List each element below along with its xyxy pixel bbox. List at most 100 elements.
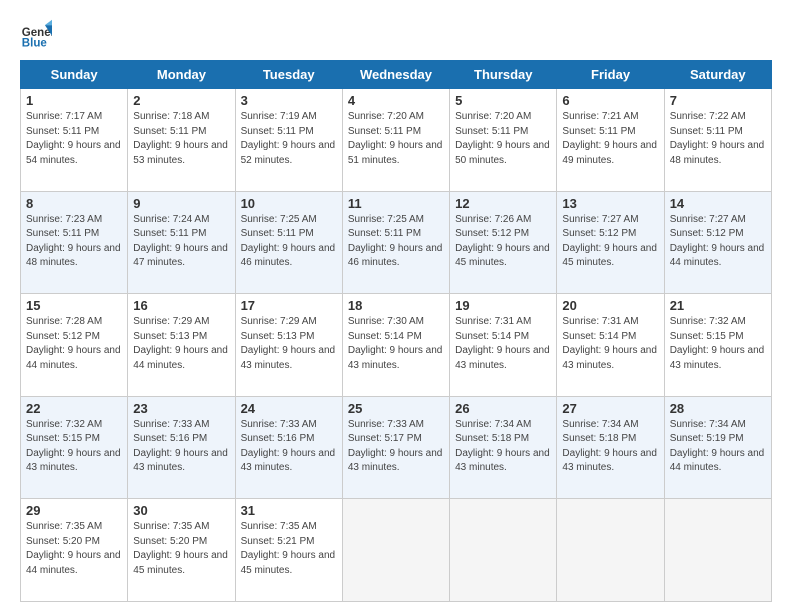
day-info: Sunrise: 7:29 AMSunset: 5:13 PMDaylight:… xyxy=(133,316,228,371)
week-row-3: 15 Sunrise: 7:28 AMSunset: 5:12 PMDaylig… xyxy=(21,294,772,397)
day-number: 23 xyxy=(133,401,229,416)
day-number: 1 xyxy=(26,93,122,108)
svg-text:Blue: Blue xyxy=(22,37,48,49)
calendar-cell: 27 Sunrise: 7:34 AMSunset: 5:18 PMDaylig… xyxy=(557,396,664,499)
calendar-cell: 6 Sunrise: 7:21 AMSunset: 5:11 PMDayligh… xyxy=(557,89,664,192)
day-number: 29 xyxy=(26,503,122,518)
week-row-2: 8 Sunrise: 7:23 AMSunset: 5:11 PMDayligh… xyxy=(21,191,772,294)
day-info: Sunrise: 7:28 AMSunset: 5:12 PMDaylight:… xyxy=(26,316,121,371)
day-info: Sunrise: 7:20 AMSunset: 5:11 PMDaylight:… xyxy=(348,111,443,166)
calendar-cell: 9 Sunrise: 7:24 AMSunset: 5:11 PMDayligh… xyxy=(128,191,235,294)
calendar-cell xyxy=(664,499,771,602)
day-info: Sunrise: 7:25 AMSunset: 5:11 PMDaylight:… xyxy=(348,214,443,269)
day-info: Sunrise: 7:34 AMSunset: 5:19 PMDaylight:… xyxy=(670,419,765,474)
day-number: 22 xyxy=(26,401,122,416)
day-number: 15 xyxy=(26,298,122,313)
calendar-cell: 10 Sunrise: 7:25 AMSunset: 5:11 PMDaylig… xyxy=(235,191,342,294)
day-info: Sunrise: 7:18 AMSunset: 5:11 PMDaylight:… xyxy=(133,111,228,166)
day-info: Sunrise: 7:27 AMSunset: 5:12 PMDaylight:… xyxy=(562,214,657,269)
header-row: SundayMondayTuesdayWednesdayThursdayFrid… xyxy=(21,61,772,89)
day-number: 21 xyxy=(670,298,766,313)
day-info: Sunrise: 7:34 AMSunset: 5:18 PMDaylight:… xyxy=(562,419,657,474)
day-info: Sunrise: 7:35 AMSunset: 5:21 PMDaylight:… xyxy=(241,521,336,576)
col-header-friday: Friday xyxy=(557,61,664,89)
day-number: 25 xyxy=(348,401,444,416)
day-info: Sunrise: 7:20 AMSunset: 5:11 PMDaylight:… xyxy=(455,111,550,166)
calendar-cell: 31 Sunrise: 7:35 AMSunset: 5:21 PMDaylig… xyxy=(235,499,342,602)
calendar-cell: 26 Sunrise: 7:34 AMSunset: 5:18 PMDaylig… xyxy=(450,396,557,499)
day-number: 13 xyxy=(562,196,658,211)
day-info: Sunrise: 7:17 AMSunset: 5:11 PMDaylight:… xyxy=(26,111,121,166)
day-number: 10 xyxy=(241,196,337,211)
calendar-cell: 13 Sunrise: 7:27 AMSunset: 5:12 PMDaylig… xyxy=(557,191,664,294)
day-number: 2 xyxy=(133,93,229,108)
day-number: 20 xyxy=(562,298,658,313)
day-number: 28 xyxy=(670,401,766,416)
calendar-table: SundayMondayTuesdayWednesdayThursdayFrid… xyxy=(20,60,772,602)
calendar-cell: 2 Sunrise: 7:18 AMSunset: 5:11 PMDayligh… xyxy=(128,89,235,192)
day-number: 18 xyxy=(348,298,444,313)
week-row-1: 1 Sunrise: 7:17 AMSunset: 5:11 PMDayligh… xyxy=(21,89,772,192)
day-info: Sunrise: 7:30 AMSunset: 5:14 PMDaylight:… xyxy=(348,316,443,371)
calendar-cell: 22 Sunrise: 7:32 AMSunset: 5:15 PMDaylig… xyxy=(21,396,128,499)
col-header-sunday: Sunday xyxy=(21,61,128,89)
col-header-thursday: Thursday xyxy=(450,61,557,89)
calendar-cell: 25 Sunrise: 7:33 AMSunset: 5:17 PMDaylig… xyxy=(342,396,449,499)
day-info: Sunrise: 7:32 AMSunset: 5:15 PMDaylight:… xyxy=(670,316,765,371)
day-number: 9 xyxy=(133,196,229,211)
calendar-cell: 5 Sunrise: 7:20 AMSunset: 5:11 PMDayligh… xyxy=(450,89,557,192)
day-info: Sunrise: 7:29 AMSunset: 5:13 PMDaylight:… xyxy=(241,316,336,371)
calendar-cell: 28 Sunrise: 7:34 AMSunset: 5:19 PMDaylig… xyxy=(664,396,771,499)
day-info: Sunrise: 7:26 AMSunset: 5:12 PMDaylight:… xyxy=(455,214,550,269)
day-number: 19 xyxy=(455,298,551,313)
calendar-cell: 4 Sunrise: 7:20 AMSunset: 5:11 PMDayligh… xyxy=(342,89,449,192)
calendar-cell: 21 Sunrise: 7:32 AMSunset: 5:15 PMDaylig… xyxy=(664,294,771,397)
day-info: Sunrise: 7:33 AMSunset: 5:17 PMDaylight:… xyxy=(348,419,443,474)
day-number: 7 xyxy=(670,93,766,108)
calendar-cell: 14 Sunrise: 7:27 AMSunset: 5:12 PMDaylig… xyxy=(664,191,771,294)
calendar-cell: 8 Sunrise: 7:23 AMSunset: 5:11 PMDayligh… xyxy=(21,191,128,294)
calendar-cell xyxy=(557,499,664,602)
day-info: Sunrise: 7:19 AMSunset: 5:11 PMDaylight:… xyxy=(241,111,336,166)
day-info: Sunrise: 7:27 AMSunset: 5:12 PMDaylight:… xyxy=(670,214,765,269)
day-number: 27 xyxy=(562,401,658,416)
logo-icon: General Blue xyxy=(20,18,52,50)
day-info: Sunrise: 7:35 AMSunset: 5:20 PMDaylight:… xyxy=(133,521,228,576)
calendar-cell xyxy=(342,499,449,602)
col-header-saturday: Saturday xyxy=(664,61,771,89)
day-number: 11 xyxy=(348,196,444,211)
day-info: Sunrise: 7:24 AMSunset: 5:11 PMDaylight:… xyxy=(133,214,228,269)
week-row-5: 29 Sunrise: 7:35 AMSunset: 5:20 PMDaylig… xyxy=(21,499,772,602)
calendar-cell xyxy=(450,499,557,602)
day-info: Sunrise: 7:33 AMSunset: 5:16 PMDaylight:… xyxy=(241,419,336,474)
col-header-wednesday: Wednesday xyxy=(342,61,449,89)
header: General Blue xyxy=(20,18,772,50)
day-number: 3 xyxy=(241,93,337,108)
day-number: 30 xyxy=(133,503,229,518)
day-number: 24 xyxy=(241,401,337,416)
calendar-cell: 19 Sunrise: 7:31 AMSunset: 5:14 PMDaylig… xyxy=(450,294,557,397)
day-info: Sunrise: 7:31 AMSunset: 5:14 PMDaylight:… xyxy=(455,316,550,371)
day-number: 6 xyxy=(562,93,658,108)
calendar-cell: 20 Sunrise: 7:31 AMSunset: 5:14 PMDaylig… xyxy=(557,294,664,397)
day-number: 8 xyxy=(26,196,122,211)
calendar-cell: 15 Sunrise: 7:28 AMSunset: 5:12 PMDaylig… xyxy=(21,294,128,397)
day-number: 14 xyxy=(670,196,766,211)
day-info: Sunrise: 7:22 AMSunset: 5:11 PMDaylight:… xyxy=(670,111,765,166)
calendar-cell: 17 Sunrise: 7:29 AMSunset: 5:13 PMDaylig… xyxy=(235,294,342,397)
col-header-monday: Monday xyxy=(128,61,235,89)
day-info: Sunrise: 7:31 AMSunset: 5:14 PMDaylight:… xyxy=(562,316,657,371)
calendar-cell: 12 Sunrise: 7:26 AMSunset: 5:12 PMDaylig… xyxy=(450,191,557,294)
day-info: Sunrise: 7:25 AMSunset: 5:11 PMDaylight:… xyxy=(241,214,336,269)
day-info: Sunrise: 7:32 AMSunset: 5:15 PMDaylight:… xyxy=(26,419,121,474)
day-number: 17 xyxy=(241,298,337,313)
calendar-cell: 23 Sunrise: 7:33 AMSunset: 5:16 PMDaylig… xyxy=(128,396,235,499)
day-number: 12 xyxy=(455,196,551,211)
day-info: Sunrise: 7:23 AMSunset: 5:11 PMDaylight:… xyxy=(26,214,121,269)
calendar-cell: 11 Sunrise: 7:25 AMSunset: 5:11 PMDaylig… xyxy=(342,191,449,294)
col-header-tuesday: Tuesday xyxy=(235,61,342,89)
calendar-cell: 24 Sunrise: 7:33 AMSunset: 5:16 PMDaylig… xyxy=(235,396,342,499)
calendar-cell: 7 Sunrise: 7:22 AMSunset: 5:11 PMDayligh… xyxy=(664,89,771,192)
day-info: Sunrise: 7:33 AMSunset: 5:16 PMDaylight:… xyxy=(133,419,228,474)
calendar-cell: 1 Sunrise: 7:17 AMSunset: 5:11 PMDayligh… xyxy=(21,89,128,192)
